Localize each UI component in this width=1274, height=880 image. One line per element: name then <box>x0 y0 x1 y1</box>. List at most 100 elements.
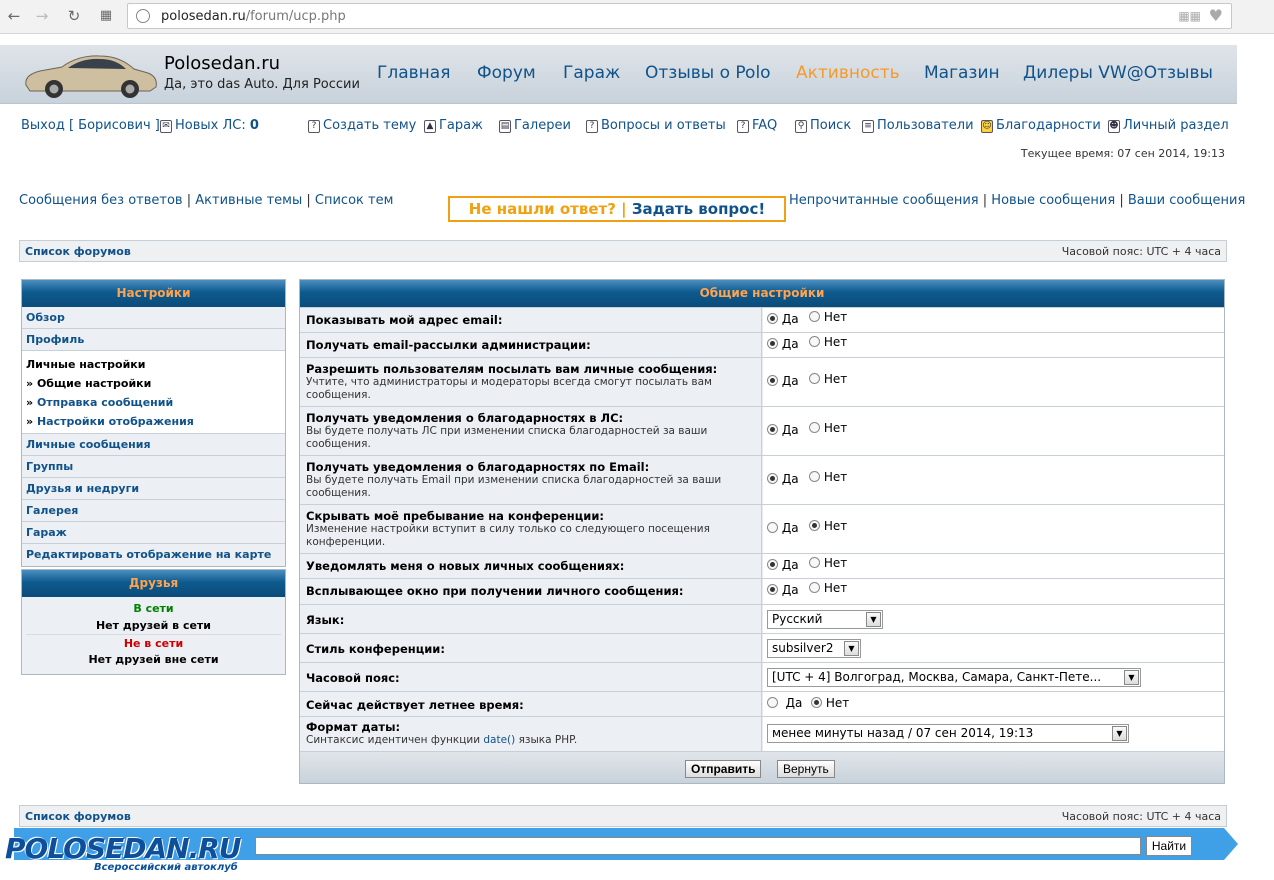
create-topic-link[interactable]: ? Создать тему <box>308 118 416 133</box>
dst-no-radio[interactable] <box>811 697 822 708</box>
faq-link[interactable]: ? FAQ <box>737 118 777 133</box>
ucp-link[interactable]: ☻ Личный раздел <box>1108 118 1229 133</box>
search-link[interactable]: ⚲ Поиск <box>795 118 851 133</box>
setting-yes-radio[interactable] <box>767 313 778 324</box>
setting-yes-option[interactable]: Да <box>767 472 799 486</box>
form-title: Общие настройки <box>300 280 1224 307</box>
site-title[interactable]: Polosedan.ru <box>164 53 280 74</box>
sidebar-item-profile[interactable]: Профиль <box>22 329 285 351</box>
setting-no-option[interactable]: Нет <box>809 519 847 533</box>
your-posts-link[interactable]: Ваши сообщения <box>1128 193 1245 208</box>
new-posts-link[interactable]: Новые сообщения <box>991 193 1115 208</box>
setting-no-option[interactable]: Нет <box>809 335 847 349</box>
setting-no-radio[interactable] <box>809 422 820 433</box>
quicklinks-right: Непрочитанные сообщения | Новые сообщени… <box>789 193 1246 208</box>
setting-no-option[interactable]: Нет <box>809 470 847 484</box>
nav-garage[interactable]: Гараж <box>563 63 620 83</box>
sidebar-item-friends[interactable]: Друзья и недруги <box>22 478 285 500</box>
setting-no-radio[interactable] <box>809 336 820 347</box>
sidebar-item-general[interactable]: » Общие настройки <box>26 374 281 393</box>
setting-yes-radio[interactable] <box>767 473 778 484</box>
chevron-down-icon: ▼ <box>866 612 881 627</box>
active-topics-link[interactable]: Активные темы <box>195 193 302 208</box>
setting-yes-option[interactable]: Да <box>767 558 799 572</box>
sidebar-item-display[interactable]: » Настройки отображения <box>26 412 281 431</box>
setting-no-option[interactable]: Нет <box>809 310 847 324</box>
setting-no-option[interactable]: Нет <box>809 372 847 386</box>
logout-link[interactable]: Выход [ Борисович ] <box>21 118 160 133</box>
nav-home[interactable]: Главная <box>377 63 450 83</box>
dst-yes-option[interactable]: Да <box>767 696 802 710</box>
sidebar-item-groups[interactable]: Группы <box>22 456 285 478</box>
reload-icon[interactable]: ↻ <box>62 5 86 27</box>
setting-no-option[interactable]: Нет <box>809 581 847 595</box>
unread-link[interactable]: Непрочитанные сообщения <box>789 193 979 208</box>
setting-yes-option[interactable]: Да <box>767 337 799 351</box>
nav-reviews[interactable]: Отзывы о Polo <box>645 63 771 83</box>
setting-no-radio[interactable] <box>809 557 820 568</box>
footer-logo[interactable]: POLOSEDAN.RU <box>5 832 242 865</box>
nav-activity[interactable]: Активность <box>796 63 900 83</box>
date-format-select[interactable]: менее минуты назад / 07 сен 2014, 19:13 ▼ <box>767 724 1129 743</box>
new-pm[interactable]: ✉ Новых ЛС: 0 <box>160 118 259 133</box>
sidebar-item-posting[interactable]: » Отправка сообщений <box>26 393 281 412</box>
nav-shop[interactable]: Магазин <box>924 63 1000 83</box>
setting-no-option[interactable]: Нет <box>809 556 847 570</box>
address-bar[interactable]: polosedan.ru/forum/ucp.php ▦▦ ♥ <box>127 3 1232 29</box>
timezone-select[interactable]: [UTC + 4] Волгоград, Москва, Самара, Сан… <box>767 668 1141 687</box>
setting-yes-radio[interactable] <box>767 559 778 570</box>
nav-forum[interactable]: Форум <box>477 63 536 83</box>
setting-no-option[interactable]: Нет <box>809 421 847 435</box>
apps-icon[interactable]: ▦ <box>94 5 118 27</box>
sidebar-item-map[interactable]: Редактировать отображение на карте <box>22 544 285 566</box>
back-icon[interactable]: ← <box>2 5 26 27</box>
thanks-link[interactable]: ☺ Благодарности <box>981 118 1101 133</box>
reset-button[interactable]: Вернуть <box>777 760 835 778</box>
sidebar-item-garage[interactable]: Гараж <box>22 522 285 544</box>
forum-index-link[interactable]: Список форумов <box>25 245 131 258</box>
footer-search-input[interactable] <box>255 837 1141 855</box>
setting-yes-radio[interactable] <box>767 338 778 349</box>
garage-link[interactable]: ▲ Гараж <box>424 118 483 133</box>
list-icon: ≡ <box>862 120 874 133</box>
setting-yes-option[interactable]: Да <box>767 374 799 388</box>
forum-index-link-bottom[interactable]: Список форумов <box>25 810 131 823</box>
qa-link[interactable]: ? Вопросы и ответы <box>586 118 726 133</box>
dst-no-option[interactable]: Нет <box>811 696 849 710</box>
style-label: Стиль конференции: <box>306 642 445 656</box>
setting-no-radio[interactable] <box>809 520 820 531</box>
setting-yes-radio[interactable] <box>767 522 778 533</box>
thanks-icon: ☺ <box>981 120 993 133</box>
setting-yes-option[interactable]: Да <box>767 521 799 535</box>
setting-no-radio[interactable] <box>809 373 820 384</box>
submit-button[interactable]: Отправить <box>685 760 762 778</box>
setting-no-radio[interactable] <box>809 582 820 593</box>
unanswered-link[interactable]: Сообщения без ответов <box>19 193 183 208</box>
setting-yes-option[interactable]: Да <box>767 583 799 597</box>
sidebar-item-overview[interactable]: Обзор <box>22 307 285 329</box>
car-logo-icon[interactable] <box>20 47 160 101</box>
setting-yes-radio[interactable] <box>767 375 778 386</box>
galleries-link[interactable]: ▤ Галереи <box>499 118 571 133</box>
ask-question-link[interactable]: Задать вопрос! <box>632 200 765 218</box>
setting-no-radio[interactable] <box>809 471 820 482</box>
dst-yes-radio[interactable] <box>767 697 778 708</box>
language-select[interactable]: Русский ▼ <box>767 610 883 629</box>
extension-icon[interactable]: ▦▦ <box>1178 9 1201 23</box>
setting-yes-option[interactable]: Да <box>767 423 799 437</box>
members-link[interactable]: ≡ Пользователи <box>862 118 974 133</box>
sidebar-item-gallery[interactable]: Галерея <box>22 500 285 522</box>
topic-list-link[interactable]: Список тем <box>315 193 394 208</box>
setting-yes-option[interactable]: Да <box>767 312 799 326</box>
forward-icon[interactable]: → <box>30 5 54 27</box>
nav-dealers[interactable]: Дилеры VW@Отзывы <box>1023 63 1213 83</box>
heart-icon[interactable]: ♥ <box>1209 6 1223 25</box>
date-function-link[interactable]: date() <box>483 734 515 746</box>
setting-no-radio[interactable] <box>809 311 820 322</box>
sidebar-item-pm[interactable]: Личные сообщения <box>22 434 285 456</box>
footer-search-button[interactable]: Найти <box>1146 836 1192 856</box>
ask-question-box[interactable]: Не нашли ответ? | Задать вопрос! <box>448 196 786 222</box>
setting-yes-radio[interactable] <box>767 424 778 435</box>
style-select[interactable]: subsilver2 ▼ <box>767 639 861 658</box>
setting-yes-radio[interactable] <box>767 584 778 595</box>
